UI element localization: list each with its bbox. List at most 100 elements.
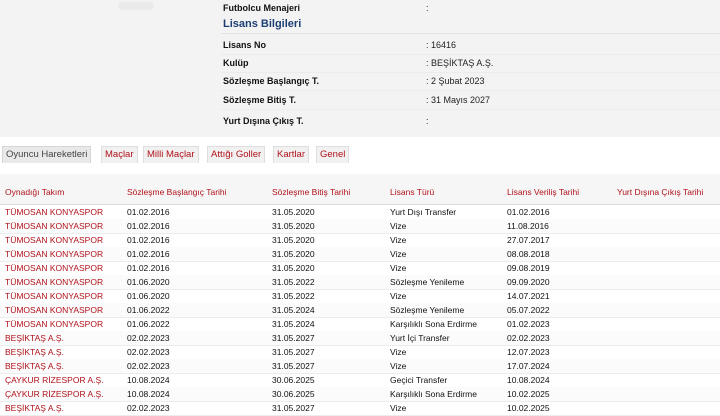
- cell-license-date: 05.07.2022: [507, 305, 550, 315]
- tab-goals-scored[interactable]: Attığı Goller: [207, 146, 266, 163]
- cell-contract-end: 31.05.2020: [272, 263, 315, 273]
- info-value: :: [426, 3, 429, 13]
- cell-team[interactable]: TÜMOSAN KONYASPOR: [5, 249, 103, 259]
- cell-contract-end: 31.05.2020: [272, 235, 315, 245]
- cell-contract-end: 31.05.2022: [272, 277, 315, 287]
- cell-contract-end: 31.05.2024: [272, 305, 315, 315]
- table-row: TÜMOSAN KONYASPOR 01.02.2016 31.05.2020 Viz…: [0, 219, 720, 234]
- divider: [221, 33, 720, 34]
- cell-team[interactable]: TÜMOSAN KONYASPOR: [5, 235, 103, 245]
- cell-license-date: 11.08.2016: [507, 221, 549, 231]
- cell-contract-start: 01.02.2016: [127, 249, 170, 259]
- tab-matches[interactable]: Maçlar: [101, 146, 138, 163]
- cell-contract-end: 31.05.2020: [272, 207, 315, 217]
- cell-contract-start: 01.02.2016: [127, 263, 170, 273]
- cell-team[interactable]: TÜMOSAN KONYASPOR: [5, 291, 103, 301]
- cell-team[interactable]: BEŞİKTAŞ A.Ş.: [5, 333, 64, 343]
- cell-license-date: 12.07.2023: [507, 347, 550, 357]
- column-header-license-type: Lisans Türü: [390, 187, 435, 197]
- cell-team[interactable]: BEŞİKTAŞ A.Ş.: [5, 347, 64, 357]
- cell-contract-end: 31.05.2027: [272, 347, 315, 357]
- tab-national-matches[interactable]: Milli Maçlar: [143, 146, 199, 163]
- cell-team[interactable]: TÜMOSAN KONYASPOR: [5, 319, 103, 329]
- cell-contract-start: 01.02.2016: [127, 207, 170, 217]
- cell-license-date: 09.09.2020: [507, 277, 550, 287]
- cell-license-type: Vize: [390, 249, 407, 259]
- cell-license-type: Sözleşme Yenileme: [390, 305, 465, 315]
- table-row: TÜMOSAN KONYASPOR 01.02.2016 31.05.2020 Yur…: [0, 205, 720, 220]
- cell-license-date: 01.02.2023: [507, 319, 550, 329]
- section-title: Lisans Bilgileri: [223, 18, 302, 30]
- cell-contract-end: 31.05.2027: [272, 333, 315, 343]
- cell-contract-start: 01.06.2022: [127, 305, 170, 315]
- table-row: TÜMOSAN KONYASPOR 01.06.2022 31.05.2024 Kar…: [0, 317, 720, 332]
- cell-license-date: 14.07.2021: [507, 291, 550, 301]
- cell-license-date: 02.02.2023: [507, 333, 550, 343]
- table-row: ÇAYKUR RİZESPOR A.Ş. 10.08.2024 30.06.2025…: [0, 373, 720, 388]
- table-row: ÇAYKUR RİZESPOR A.Ş. 10.08.2024 30.06.2025…: [0, 387, 720, 402]
- column-header-abroad-exit-date: Yurt Dışına Çıkış Tarihi: [617, 187, 704, 197]
- cell-license-date: 09.08.2019: [507, 263, 550, 273]
- cell-license-type: Yurt Dışı Transfer: [390, 207, 457, 217]
- cell-license-date: 01.02.2016: [507, 207, 550, 217]
- cell-team[interactable]: TÜMOSAN KONYASPOR: [5, 221, 103, 231]
- cell-contract-end: 31.05.2022: [272, 291, 315, 301]
- info-label: Kulüp: [223, 58, 249, 68]
- cell-team[interactable]: TÜMOSAN KONYASPOR: [5, 263, 103, 273]
- cell-contract-start: 02.02.2023: [127, 403, 170, 413]
- table-row: BEŞİKTAŞ A.Ş. 02.02.2023 31.05.2027 Vize 10.…: [0, 401, 720, 416]
- table-row: TÜMOSAN KONYASPOR 01.06.2020 31.05.2022 Söz…: [0, 275, 720, 290]
- cell-license-type: Sözleşme Yenileme: [390, 277, 465, 287]
- cell-license-type: Vize: [390, 361, 407, 371]
- table-row: BEŞİKTAŞ A.Ş. 02.02.2023 31.05.2027 Yurt İç…: [0, 331, 720, 346]
- tab-cards[interactable]: Kartlar: [273, 146, 309, 163]
- cell-team[interactable]: BEŞİKTAŞ A.Ş.: [5, 361, 64, 371]
- divider: [221, 109, 720, 110]
- cell-team[interactable]: TÜMOSAN KONYASPOR: [5, 305, 103, 315]
- table-header: Oynadığı Takım Sözleşme Başlangıç Tarihi…: [0, 174, 720, 205]
- cell-contract-start: 02.02.2023: [127, 361, 170, 371]
- table-row: TÜMOSAN KONYASPOR 01.06.2020 31.05.2022 Viz…: [0, 289, 720, 304]
- info-value: : BEŞİKTAŞ A.Ş.: [426, 58, 494, 68]
- info-value: :: [426, 116, 429, 126]
- cell-license-date: 10.02.2025: [507, 403, 550, 413]
- cell-license-type: Yurt İçi Transfer: [390, 333, 450, 343]
- cell-license-date: 10.08.2024: [507, 375, 550, 385]
- cell-license-type: Karşılıklı Sona Erdirme: [390, 389, 477, 399]
- cell-license-date: 17.07.2024: [507, 361, 550, 371]
- cell-license-date: 27.07.2017: [507, 235, 550, 245]
- table-row: BEŞİKTAŞ A.Ş. 02.02.2023 31.05.2027 Vize 12.…: [0, 345, 720, 360]
- cell-team[interactable]: BEŞİKTAŞ A.Ş.: [5, 403, 64, 413]
- cell-team[interactable]: TÜMOSAN KONYASPOR: [5, 207, 103, 217]
- divider: [221, 54, 720, 55]
- cell-contract-start: 10.08.2024: [127, 375, 170, 385]
- info-value: : 31 Mayıs 2027: [426, 95, 491, 105]
- table-row: TÜMOSAN KONYASPOR 01.02.2016 31.05.2020 Viz…: [0, 261, 720, 276]
- cell-team[interactable]: TÜMOSAN KONYASPOR: [5, 277, 103, 287]
- cell-license-date: 08.08.2018: [507, 249, 550, 259]
- cell-license-date: 10.02.2025: [507, 389, 550, 399]
- license-info-panel: Futbolcu Menajeri : Lisans Bilgileri Lis…: [0, 0, 720, 137]
- cell-team[interactable]: ÇAYKUR RİZESPOR A.Ş.: [5, 389, 104, 399]
- column-header-team: Oynadığı Takım: [5, 187, 65, 197]
- cell-contract-end: 30.06.2025: [272, 375, 315, 385]
- cell-license-type: Vize: [390, 235, 407, 245]
- cell-team[interactable]: ÇAYKUR RİZESPOR A.Ş.: [5, 375, 104, 385]
- cell-license-type: Vize: [390, 263, 407, 273]
- tab-player-movements[interactable]: Oyuncu Hareketleri: [2, 146, 92, 163]
- cell-contract-start: 01.06.2020: [127, 277, 170, 287]
- tab-general[interactable]: Genel: [316, 146, 350, 163]
- table-row: TÜMOSAN KONYASPOR 01.02.2016 31.05.2020 Viz…: [0, 247, 720, 262]
- tab-bar: Oyuncu Hareketleri Maçlar Milli Maçlar A…: [0, 137, 720, 175]
- info-label: Sözleşme Bitiş T.: [223, 95, 297, 105]
- cell-license-type: Vize: [390, 403, 407, 413]
- faded-logo: [118, 2, 154, 10]
- cell-contract-start: 02.02.2023: [127, 347, 170, 357]
- cell-contract-start: 10.08.2024: [127, 389, 170, 399]
- cell-contract-start: 01.02.2016: [127, 235, 170, 245]
- cell-license-type: Karşılıklı Sona Erdirme: [390, 319, 477, 329]
- column-header-contract-start: Sözleşme Başlangıç Tarihi: [127, 187, 227, 197]
- table-row: TÜMOSAN KONYASPOR 01.02.2016 31.05.2020 Viz…: [0, 233, 720, 248]
- info-value: : 16416: [426, 40, 457, 50]
- cell-contract-start: 01.06.2020: [127, 291, 170, 301]
